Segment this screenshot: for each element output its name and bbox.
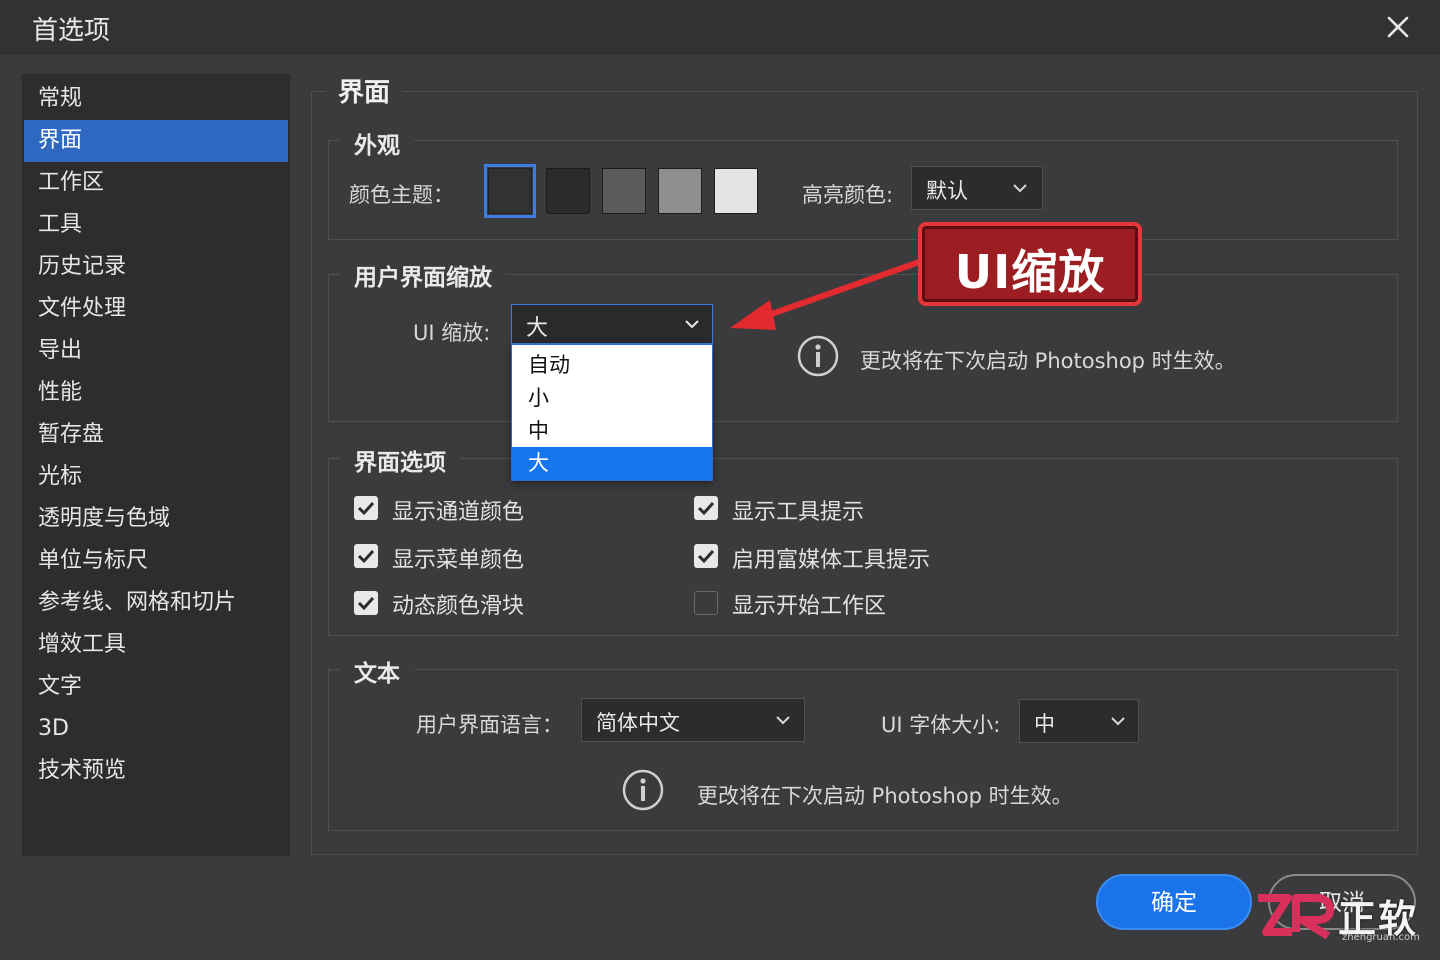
checkmark-icon (697, 501, 715, 516)
ui-scaling-label: UI 缩放: (413, 321, 491, 345)
highlight-color-value: 默认 (926, 179, 968, 203)
ui-scaling-restart-note: 更改将在下次启动 Photoshop 时生效。 (860, 349, 1236, 373)
show-tooltips-checkbox[interactable] (694, 496, 718, 520)
ui-language-value: 简体中文 (596, 711, 680, 735)
ui-scaling-dropdown-menu: 自动 小 中 大 (511, 344, 713, 481)
watermark: 正软 zhengruan.com (1254, 884, 1440, 960)
ui-font-size-value: 中 (1034, 712, 1055, 736)
dialog-title: 首选项 (32, 16, 111, 46)
info-icon (622, 769, 664, 811)
sidebar-item-performance[interactable]: 性能 (24, 372, 288, 414)
sidebar-item-workspace[interactable]: 工作区 (24, 162, 288, 204)
zr-logo-icon (1258, 894, 1334, 940)
checkmark-icon (357, 549, 375, 564)
sidebar-item-scratch-disks[interactable]: 暂存盘 (24, 414, 288, 456)
ok-button[interactable]: 确定 (1096, 874, 1252, 930)
sidebar-item-history[interactable]: 历史记录 (24, 246, 288, 288)
color-theme-label: 颜色主题： (349, 183, 454, 207)
sidebar-item-transparency-gamut[interactable]: 透明度与色域 (24, 498, 288, 540)
theme-swatch-dark[interactable] (546, 168, 590, 214)
text-group-title: 文本 (340, 654, 414, 688)
sidebar-item-export[interactable]: 导出 (24, 330, 288, 372)
annotation-callout: UI缩放 (918, 222, 1142, 306)
page-title: 界面 (326, 72, 403, 109)
sidebar-item-file-handling[interactable]: 文件处理 (24, 288, 288, 330)
preferences-dialog: 首选项 常规 界面 工作区 工具 历史记录 文件处理 导出 性能 暂存盘 光标 … (0, 0, 1440, 960)
checkmark-icon (357, 501, 375, 516)
rich-tooltips-label: 启用富媒体工具提示 (732, 548, 931, 573)
sidebar-item-interface[interactable]: 界面 (24, 120, 288, 162)
chevron-down-icon (776, 716, 790, 725)
ui-language-label: 用户界面语言： (416, 713, 563, 737)
show-start-workspace-checkbox[interactable] (694, 591, 718, 615)
show-tooltips-label: 显示工具提示 (732, 500, 865, 525)
appearance-group-title: 外观 (340, 126, 414, 160)
dynamic-color-sliders-checkbox[interactable] (354, 591, 378, 615)
annotation-arrow-icon (730, 257, 928, 330)
sidebar-item-plugins[interactable]: 增效工具 (24, 624, 288, 666)
sidebar-item-cursors[interactable]: 光标 (24, 456, 288, 498)
theme-swatch-light[interactable] (658, 168, 702, 214)
ui-scaling-option-small[interactable]: 小 (512, 382, 712, 415)
ui-scaling-select[interactable]: 大 (511, 304, 713, 344)
highlight-color-select[interactable]: 默认 (911, 166, 1043, 210)
interface-options-group-title: 界面选项 (340, 443, 460, 477)
sidebar-item-guides-grid-slices[interactable]: 参考线、网格和切片 (24, 582, 288, 624)
ui-font-size-label: UI 字体大小: (881, 713, 1001, 737)
ui-scaling-option-medium[interactable]: 中 (512, 415, 712, 448)
theme-swatch-medium[interactable] (602, 168, 646, 214)
checkmark-icon (697, 549, 715, 564)
show-channel-color-checkbox[interactable] (354, 496, 378, 520)
ui-language-select[interactable]: 简体中文 (581, 698, 805, 742)
sidebar-item-tools[interactable]: 工具 (24, 204, 288, 246)
text-restart-note: 更改将在下次启动 Photoshop 时生效。 (697, 784, 1073, 808)
annotation-label: UI缩放 (954, 245, 1106, 299)
close-icon[interactable] (1382, 11, 1414, 43)
checkmark-icon (357, 596, 375, 611)
theme-swatch-lightest[interactable] (714, 168, 758, 214)
ui-font-size-select[interactable]: 中 (1019, 699, 1139, 743)
watermark-url: zhengruan.com (1342, 932, 1420, 943)
ui-scaling-option-auto[interactable]: 自动 (512, 349, 712, 382)
chevron-down-icon (1013, 184, 1027, 193)
highlight-color-label: 高亮颜色: (802, 183, 894, 207)
chevron-down-icon (1111, 717, 1125, 726)
show-channel-color-label: 显示通道颜色 (392, 500, 525, 525)
sidebar: 常规 界面 工作区 工具 历史记录 文件处理 导出 性能 暂存盘 光标 透明度与… (22, 74, 290, 856)
ui-scaling-option-large[interactable]: 大 (512, 447, 712, 480)
title-bar: 首选项 (0, 0, 1440, 54)
ui-scaling-value: 大 (526, 316, 549, 341)
show-start-workspace-label: 显示开始工作区 (732, 594, 887, 619)
chevron-down-icon (685, 320, 699, 329)
sidebar-item-technology-previews[interactable]: 技术预览 (24, 750, 288, 792)
rich-tooltips-checkbox[interactable] (694, 544, 718, 568)
dynamic-color-sliders-label: 动态颜色滑块 (392, 594, 525, 619)
ui-scaling-group-title: 用户界面缩放 (340, 258, 506, 292)
sidebar-item-general[interactable]: 常规 (24, 78, 288, 120)
theme-swatch-darkest[interactable] (484, 164, 536, 218)
show-menu-color-checkbox[interactable] (354, 544, 378, 568)
sidebar-item-3d[interactable]: 3D (24, 708, 288, 750)
sidebar-item-units-rulers[interactable]: 单位与标尺 (24, 540, 288, 582)
sidebar-item-type[interactable]: 文字 (24, 666, 288, 708)
show-menu-color-label: 显示菜单颜色 (392, 548, 525, 573)
info-icon (797, 335, 839, 377)
